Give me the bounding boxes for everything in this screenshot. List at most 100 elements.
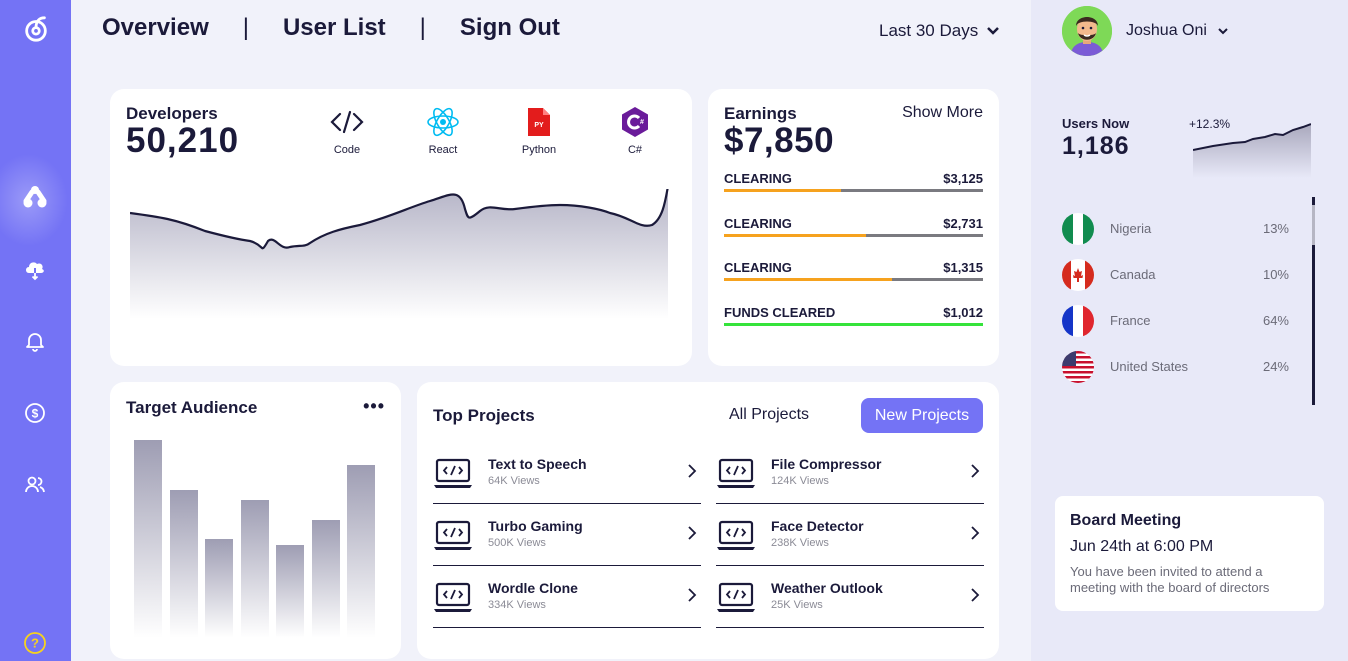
meeting-title: Board Meeting — [1070, 512, 1182, 529]
user-menu[interactable]: Joshua Oni — [1126, 22, 1229, 40]
country-name: France — [1110, 313, 1151, 328]
chevron-right-icon — [971, 464, 980, 478]
svg-text:?: ? — [31, 636, 39, 651]
earnings-progress-fill — [724, 234, 867, 237]
dashboard-icon[interactable] — [22, 184, 48, 210]
chevron-right-icon — [971, 526, 980, 540]
nav-overview[interactable]: Overview — [102, 14, 209, 42]
chevron-right-icon — [971, 588, 980, 602]
csharp-icon: # — [605, 106, 665, 138]
earnings-row: CLEARING $1,315 — [724, 260, 983, 281]
project-views: 500K Views — [488, 537, 546, 549]
country-row: Nigeria 13% — [1062, 213, 1289, 245]
earnings-row-amount: $3,125 — [943, 171, 983, 186]
more-options-icon[interactable]: ••• — [363, 396, 385, 417]
tech-label: C# — [627, 144, 643, 156]
laptop-code-icon — [717, 582, 755, 612]
new-projects-button[interactable]: New Projects — [861, 398, 983, 433]
all-projects-link[interactable]: All Projects — [729, 406, 809, 424]
project-name: Turbo Gaming — [488, 518, 583, 534]
laptop-code-icon — [434, 582, 472, 612]
tech-label: React — [428, 144, 458, 156]
tech-python[interactable]: PY Python — [509, 106, 569, 156]
meeting-time: Jun 24th at 6:00 PM — [1070, 538, 1214, 555]
laptop-code-icon — [717, 458, 755, 488]
audience-bar — [312, 520, 340, 638]
earnings-row: FUNDS CLEARED $1,012 — [724, 305, 983, 326]
scrollbar-thumb[interactable] — [1312, 205, 1315, 245]
help-icon[interactable]: ? — [22, 630, 48, 656]
project-name: File Compressor — [771, 456, 882, 472]
cloud-download-icon[interactable] — [22, 256, 48, 282]
users-now-count: 1,186 — [1062, 132, 1130, 160]
audience-title: Target Audience — [126, 398, 258, 417]
earnings-row: CLEARING $2,731 — [724, 216, 983, 237]
project-name: Wordle Clone — [488, 580, 578, 596]
france-flag-icon — [1062, 305, 1094, 337]
svg-text:#: # — [640, 119, 644, 126]
country-row: United States 24% — [1062, 351, 1289, 383]
nigeria-flag-icon — [1062, 213, 1094, 245]
date-range-dropdown[interactable]: Last 30 Days — [879, 21, 1000, 41]
nav-user-list[interactable]: User List — [283, 14, 386, 42]
users-icon[interactable] — [22, 472, 48, 498]
code-icon — [317, 106, 377, 138]
earnings-progress-fill — [724, 189, 841, 192]
show-more-link[interactable]: Show More — [902, 104, 983, 122]
bell-icon[interactable] — [22, 328, 48, 354]
project-item[interactable]: Face Detector 238K Views — [716, 510, 984, 566]
dollar-icon[interactable]: $ — [22, 400, 48, 426]
tech-label: Python — [521, 144, 557, 156]
user-name: Joshua Oni — [1126, 22, 1207, 39]
country-name: Canada — [1110, 267, 1156, 282]
earnings-row-amount: $1,315 — [943, 260, 983, 275]
project-item[interactable]: File Compressor 124K Views — [716, 448, 984, 504]
users-now-label: Users Now — [1062, 116, 1130, 131]
right-panel: Joshua Oni Users Now 1,186 +12.3% Nigeri… — [1031, 0, 1348, 661]
main-content: Overview | User List | Sign Out Last 30 … — [71, 0, 1031, 661]
project-views: 334K Views — [488, 599, 546, 611]
meeting-card[interactable]: Board Meeting Jun 24th at 6:00 PM You ha… — [1055, 496, 1324, 611]
earnings-row-amount: $1,012 — [943, 305, 983, 320]
project-name: Weather Outlook — [771, 580, 883, 596]
country-percent: 64% — [1262, 313, 1289, 328]
nav-separator: | — [419, 14, 426, 41]
developers-area-chart — [130, 189, 669, 319]
audience-bar — [347, 465, 375, 638]
audience-bar-chart — [134, 440, 375, 638]
project-views: 64K Views — [488, 475, 540, 487]
chevron-right-icon — [688, 464, 697, 478]
country-row: Canada 10% — [1062, 259, 1289, 291]
earnings-progress-track — [724, 189, 983, 192]
country-name: Nigeria — [1110, 221, 1152, 236]
tech-label: Code — [333, 144, 361, 156]
earnings-row-amount: $2,731 — [943, 216, 983, 231]
sidebar: $ ? — [0, 0, 71, 661]
avatar[interactable] — [1062, 6, 1112, 56]
tech-code[interactable]: Code — [317, 106, 377, 156]
target-audience-card: Target Audience ••• — [110, 382, 401, 659]
project-item[interactable]: Text to Speech 64K Views — [433, 448, 701, 504]
react-icon — [413, 106, 473, 138]
project-item[interactable]: Weather Outlook 25K Views — [716, 572, 984, 628]
developers-card: Developers 50,210 Code React PY Python #… — [110, 89, 692, 366]
earnings-row-label: CLEARING — [724, 171, 792, 186]
tech-csharp[interactable]: # C# — [605, 106, 665, 156]
us-flag-icon — [1062, 351, 1094, 383]
logo-icon[interactable] — [22, 14, 50, 44]
project-item[interactable]: Wordle Clone 334K Views — [433, 572, 701, 628]
country-percent: 10% — [1262, 267, 1289, 282]
country-percent: 13% — [1262, 221, 1289, 236]
chevron-down-icon — [987, 27, 1000, 35]
earnings-progress-track — [724, 323, 983, 326]
nav-sign-out[interactable]: Sign Out — [460, 14, 560, 42]
tech-react[interactable]: React — [413, 106, 473, 156]
earnings-progress-track — [724, 278, 983, 281]
canada-flag-icon — [1062, 259, 1094, 291]
country-row: France 64% — [1062, 305, 1289, 337]
earnings-row: CLEARING $3,125 — [724, 171, 983, 192]
laptop-code-icon — [434, 458, 472, 488]
project-item[interactable]: Turbo Gaming 500K Views — [433, 510, 701, 566]
laptop-code-icon — [717, 520, 755, 550]
country-name: United States — [1110, 359, 1189, 374]
